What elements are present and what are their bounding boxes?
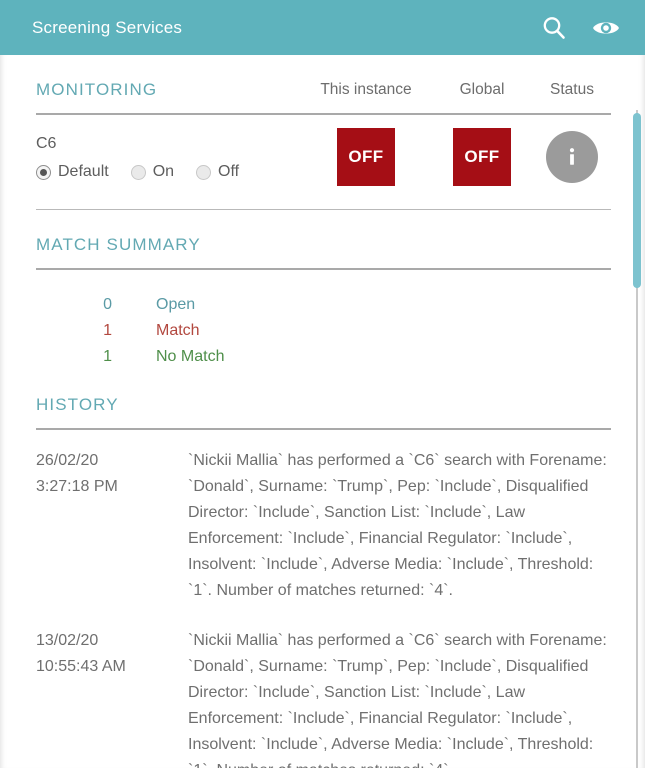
history-entry-text: `Nickii Mallia` has performed a `C6` sea… (188, 632, 607, 768)
history-header: HISTORY (36, 370, 611, 418)
summary-label-match: Match (156, 322, 200, 339)
monitoring-title: MONITORING (36, 80, 158, 99)
view-toggle-button[interactable] (589, 11, 623, 45)
page-title: Screening Services (32, 17, 183, 37)
history-title: HISTORY (36, 395, 119, 414)
history-entry: 13/02/20 10:55:43 AM `Nickii Mallia` has… (36, 628, 611, 768)
status-info-button[interactable] (546, 131, 598, 183)
summary-count-open: 0 (103, 296, 112, 313)
history-entry: 26/02/20 3:27:18 PM `Nickii Mallia` has … (36, 448, 611, 628)
match-summary-header: MATCH SUMMARY (36, 210, 611, 258)
search-button[interactable] (537, 11, 571, 45)
history-entry-time: 3:27:18 PM (36, 478, 118, 495)
this-instance-cell: OFF (301, 128, 431, 186)
summary-label-no-match: No Match (156, 348, 225, 365)
history-list: 26/02/20 3:27:18 PM `Nickii Mallia` has … (36, 430, 611, 768)
monitoring-row-left: C6 Default On Off (36, 133, 301, 181)
match-summary-list: 0 Open 1 Match 1 No Match (36, 270, 611, 370)
service-name: C6 (36, 135, 57, 152)
info-icon (559, 144, 585, 170)
radio-option-default[interactable]: Default (36, 163, 109, 181)
radio-option-on[interactable]: On (130, 163, 175, 181)
radio-label-off: Off (218, 163, 240, 180)
summary-row-open[interactable]: 0 Open (36, 292, 611, 318)
search-icon (541, 15, 567, 41)
summary-row-no-match[interactable]: 1 No Match (36, 344, 611, 370)
match-summary-section: MATCH SUMMARY 0 Open 1 Match 1 No Match (36, 210, 611, 370)
screening-services-app: Screening Services MONITORING This insta… (0, 0, 645, 768)
global-cell: OFF (431, 128, 533, 186)
summary-label-open: Open (156, 296, 196, 313)
match-summary-title: MATCH SUMMARY (36, 235, 201, 254)
app-header: Screening Services (0, 0, 645, 55)
vertical-scrollbar[interactable] (633, 110, 642, 768)
monitoring-mode-radio-group: Default On Off (36, 163, 301, 181)
monitoring-header: MONITORING This instance Global Status (36, 55, 611, 103)
radio-label-on: On (152, 163, 175, 180)
history-section: HISTORY 26/02/20 3:27:18 PM `Nickii Mall… (36, 370, 611, 768)
history-entry-time: 10:55:43 AM (36, 658, 126, 675)
status-cell (533, 131, 611, 183)
header-actions (537, 11, 623, 45)
monitoring-section: MONITORING This instance Global Status C… (36, 55, 611, 210)
summary-row-match[interactable]: 1 Match (36, 318, 611, 344)
monitoring-column-headers: This instance Global Status (301, 77, 611, 103)
column-header-status: Status (550, 81, 594, 98)
history-entry-date: 26/02/20 (36, 452, 99, 469)
eye-icon (591, 17, 621, 39)
history-entry-date: 13/02/20 (36, 632, 99, 649)
column-header-this-instance: This instance (320, 81, 412, 98)
summary-count-no-match: 1 (103, 348, 112, 365)
scrollbar-thumb[interactable] (633, 113, 641, 288)
radio-dot-off (196, 164, 212, 180)
column-header-global: Global (459, 81, 505, 98)
summary-count-match: 1 (103, 322, 112, 339)
global-state-button[interactable]: OFF (453, 128, 511, 186)
radio-option-off[interactable]: Off (196, 163, 239, 181)
history-entry-timestamp: 13/02/20 10:55:43 AM (36, 628, 188, 680)
scroll-container[interactable]: MONITORING This instance Global Status C… (0, 55, 645, 768)
radio-dot-default (36, 164, 51, 180)
history-entry-text: `Nickii Mallia` has performed a `C6` sea… (188, 452, 607, 599)
radio-label-default: Default (58, 163, 109, 180)
page-content: MONITORING This instance Global Status C… (0, 55, 645, 768)
monitoring-row: C6 Default On Off OFF OFF (36, 115, 611, 199)
history-entry-timestamp: 26/02/20 3:27:18 PM (36, 448, 188, 500)
radio-dot-on (130, 164, 146, 180)
this-instance-state-button[interactable]: OFF (337, 128, 395, 186)
